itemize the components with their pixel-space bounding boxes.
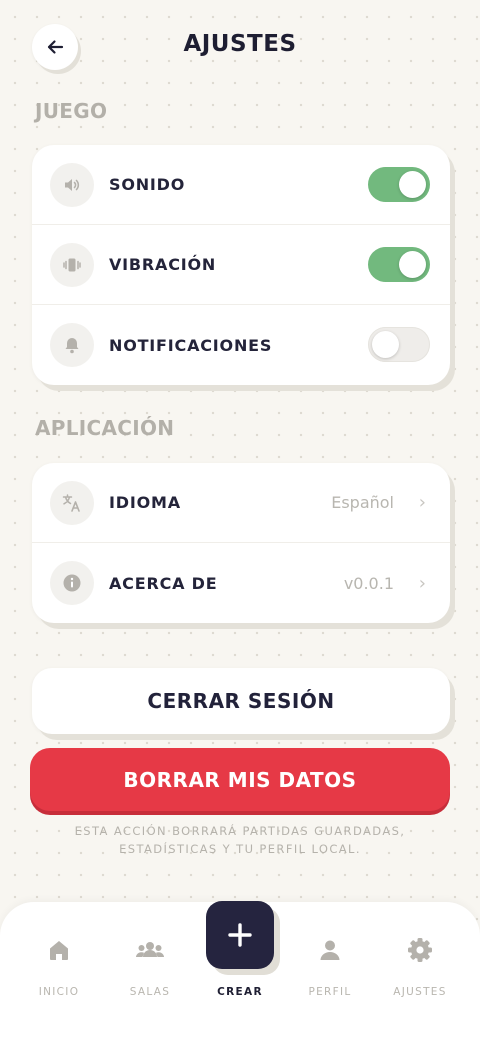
plus-icon: [228, 923, 252, 947]
settings-row-label: NOTIFICACIONES: [109, 335, 273, 355]
nav-label: INICIO: [38, 986, 80, 998]
settings-row-language[interactable]: IDIOMA Español ›: [32, 463, 450, 543]
nav-label: PERFIL: [308, 986, 352, 998]
settings-row-sound[interactable]: SONIDO: [32, 145, 450, 225]
create-button[interactable]: [206, 901, 274, 969]
game-settings-card: SONIDO VIBRACIÓN NOTIFICACIONES: [32, 145, 450, 385]
nav-item-settings[interactable]: AJUSTES: [375, 932, 465, 998]
warning-line: ESTADÍSTICAS Y TU PERFIL LOCAL.: [119, 842, 361, 856]
chevron-right-icon: ›: [418, 572, 426, 594]
settings-row-label: IDIOMA: [109, 493, 181, 512]
bell-icon: [50, 323, 94, 367]
settings-row-about[interactable]: ACERCA DE v0.0.1 ›: [32, 543, 450, 623]
vibration-toggle[interactable]: [368, 247, 430, 282]
nav-item-profile[interactable]: PERFIL: [285, 932, 375, 998]
person-icon: [317, 932, 343, 968]
version-value: v0.0.1: [343, 573, 394, 593]
vibration-icon: [50, 242, 94, 287]
volume-icon: [50, 162, 94, 207]
bottom-nav: INICIO SALAS CREAR PERFIL AJUSTES: [0, 901, 480, 1039]
settings-row-label: VIBRACIÓN: [109, 255, 217, 274]
home-icon: [46, 932, 72, 968]
info-icon: [50, 561, 94, 605]
toggle-knob: [399, 251, 426, 278]
nav-item-rooms[interactable]: SALAS: [105, 932, 195, 998]
settings-row-notifications[interactable]: NOTIFICACIONES: [32, 305, 450, 385]
settings-row-label: SONIDO: [109, 175, 186, 194]
warning-line: ESTA ACCIÓN BORRARÁ PARTIDAS GUARDADAS,: [74, 824, 406, 838]
nav-label-create: CREAR: [217, 986, 263, 998]
app-settings-card: IDIOMA Español › ACERCA DE v0.0.1 ›: [32, 463, 450, 623]
nav-label: SALAS: [129, 986, 171, 998]
delete-warning-note: ESTA ACCIÓN BORRARÁ PARTIDAS GUARDADAS, …: [60, 822, 420, 858]
notifications-toggle[interactable]: [368, 327, 430, 362]
nav-item-home[interactable]: INICIO: [14, 932, 104, 998]
settings-row-vibration[interactable]: VIBRACIÓN: [32, 225, 450, 305]
sound-toggle[interactable]: [368, 167, 430, 202]
page-title: AJUSTES: [183, 31, 297, 57]
gear-icon: [406, 932, 434, 968]
toggle-knob: [372, 331, 399, 358]
toggle-knob: [399, 171, 426, 198]
group-icon: [134, 932, 166, 968]
chevron-right-icon: ›: [418, 492, 426, 513]
delete-data-button[interactable]: BORRAR MIS DATOS: [30, 748, 450, 811]
section-label-game: JUEGO: [35, 99, 108, 123]
logout-button[interactable]: CERRAR SESIÓN: [32, 668, 450, 734]
section-label-app: APLICACIÓN: [35, 416, 175, 440]
nav-label: AJUSTES: [393, 986, 447, 998]
language-value: Español: [331, 493, 394, 512]
translate-icon: [50, 480, 94, 525]
header: AJUSTES: [0, 0, 480, 94]
settings-row-label: ACERCA DE: [109, 573, 218, 593]
